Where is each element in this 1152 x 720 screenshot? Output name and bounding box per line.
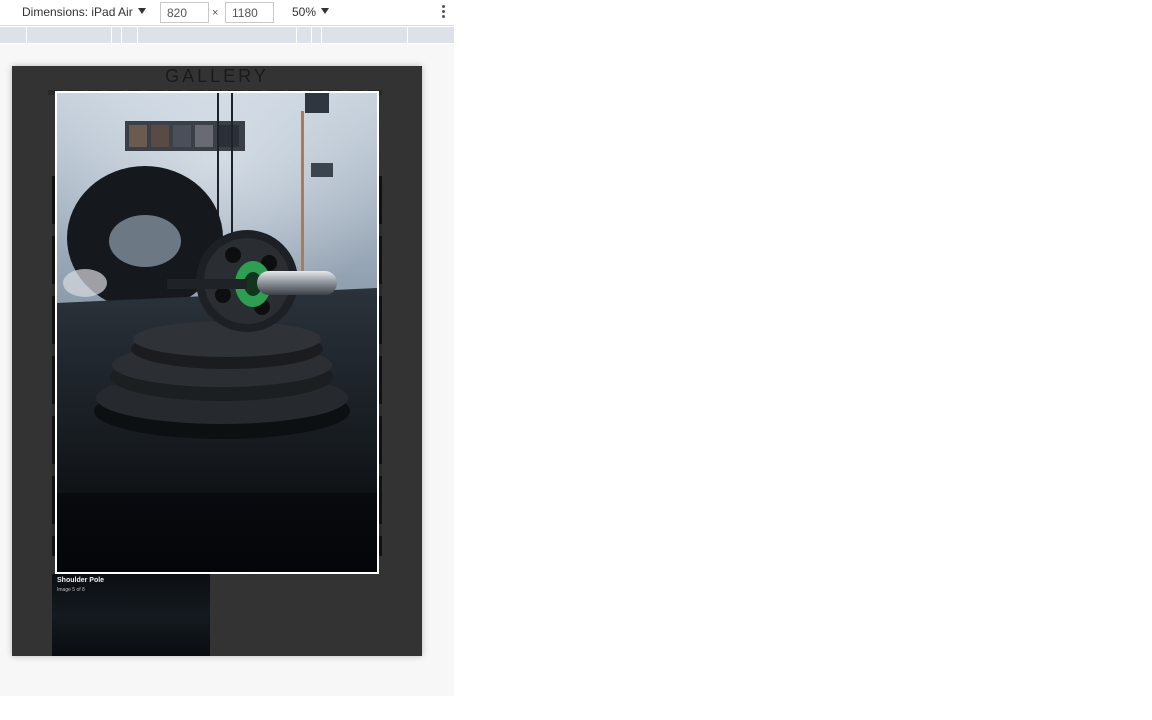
device-dimensions-dropdown[interactable]: Dimensions: iPad Air <box>22 5 146 19</box>
media-query-ruler[interactable] <box>0 27 454 43</box>
devtools-device-toolbar: Dimensions: iPad Air × 50% <box>0 0 454 44</box>
zoom-label: 50% <box>292 5 317 19</box>
chevron-down-icon <box>137 8 146 14</box>
caption-counter: Image 5 of 8 <box>57 587 85 593</box>
page-title: GALLERY <box>165 66 269 86</box>
device-toolbar: Dimensions: iPad Air × 50% <box>0 0 454 26</box>
height-input[interactable] <box>225 2 274 23</box>
lightbox-image[interactable] <box>55 91 379 574</box>
times-symbol: × <box>212 7 219 19</box>
zoom-dropdown[interactable]: 50% <box>292 5 330 19</box>
chevron-down-icon <box>321 8 330 14</box>
emulated-device-screen: GALLERY Shoulder Pole Image 5 of 8 <box>12 66 422 656</box>
kebab-menu-icon[interactable] <box>440 5 446 21</box>
gym-barbell-photo <box>57 93 377 572</box>
caption-title: Shoulder Pole <box>57 577 105 584</box>
width-input[interactable] <box>160 2 209 23</box>
device-dimensions-label: Dimensions: iPad Air <box>22 5 133 19</box>
